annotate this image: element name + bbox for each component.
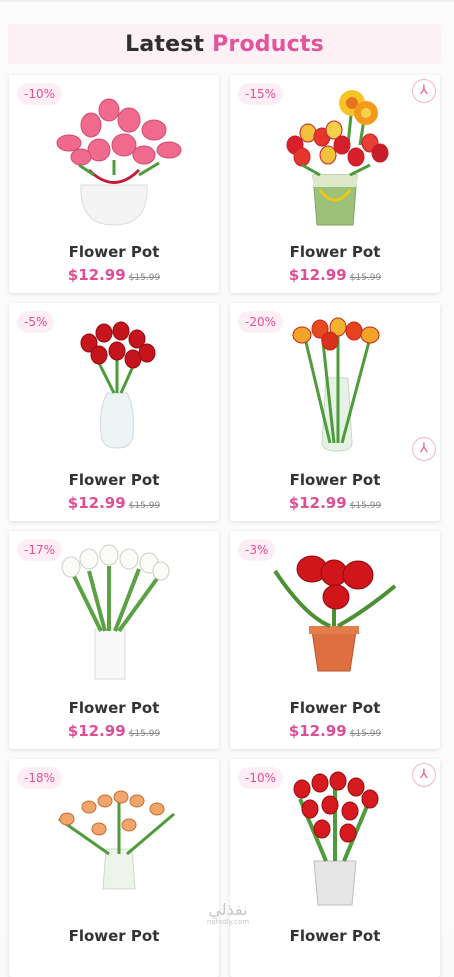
price: $12.99 [67, 266, 126, 284]
price-row: $12.99 $15.99 [9, 721, 219, 740]
old-price: $15.99 [349, 273, 382, 283]
price-row: $12.99 $15.99 [9, 493, 219, 512]
product-name[interactable]: Flower Pot [9, 471, 219, 489]
discount-badge: -18% [17, 767, 63, 789]
price: $12.99 [288, 494, 347, 512]
product-card[interactable]: -15% ⅄ Flower Pot $12.99 $15.99 [230, 75, 440, 293]
old-price: $15.99 [128, 501, 161, 511]
discount-badge: -20% [238, 311, 284, 333]
old-price: $15.99 [349, 501, 382, 511]
discount-badge: -10% [17, 83, 63, 105]
product-name[interactable]: Flower Pot [9, 927, 219, 945]
price-row: $12.99 $15.99 [230, 493, 440, 512]
old-price: $15.99 [128, 273, 161, 283]
heading-plain: Latest [125, 32, 205, 57]
heading-accent: Products [212, 32, 324, 57]
pdf-icon[interactable]: ⅄ [412, 79, 436, 103]
product-card[interactable]: -18% Flower Pot [9, 759, 219, 977]
price: $12.99 [67, 722, 126, 740]
discount-badge: -17% [17, 539, 63, 561]
old-price: $15.99 [128, 729, 161, 739]
price: $12.99 [67, 494, 126, 512]
price: $12.99 [288, 722, 347, 740]
product-name[interactable]: Flower Pot [9, 243, 219, 261]
discount-badge: -3% [238, 539, 276, 561]
product-card[interactable]: -17% Flower Pot $12.99 $15.99 [9, 531, 219, 749]
top-divider [0, 0, 454, 2]
price-row: $12.99 $15.99 [230, 721, 440, 740]
product-name[interactable]: Flower Pot [230, 471, 440, 489]
product-card[interactable]: -10% ⅄ Flower Pot [230, 759, 440, 977]
pdf-icon[interactable]: ⅄ [412, 437, 436, 461]
product-card[interactable]: -10% Flower Pot $12.99 $15.99 [9, 75, 219, 293]
product-name[interactable]: Flower Pot [230, 927, 440, 945]
watermark-latin: nafedly.com [206, 918, 250, 926]
product-card[interactable]: -20% ⅄ Flower Pot $12.99 $15.99 [230, 303, 440, 521]
discount-badge: -15% [238, 83, 284, 105]
price: $12.99 [288, 266, 347, 284]
watermark-arabic: نفذلي [208, 900, 248, 919]
price-row: $12.99 $15.99 [9, 265, 219, 284]
pdf-icon[interactable]: ⅄ [412, 763, 436, 787]
old-price: $15.99 [349, 729, 382, 739]
product-card[interactable]: -5% Flower Pot $12.99 $15.99 [9, 303, 219, 521]
product-name[interactable]: Flower Pot [230, 699, 440, 717]
page: Latest Products -10% Flower Pot $12.99 $1… [0, 0, 454, 977]
product-name[interactable]: Flower Pot [9, 699, 219, 717]
product-name[interactable]: Flower Pot [230, 243, 440, 261]
product-card[interactable]: -3% Flower Pot $12.99 $15.99 [230, 531, 440, 749]
section-heading: Latest Products [8, 24, 441, 64]
discount-badge: -5% [17, 311, 55, 333]
price-row: $12.99 $15.99 [230, 265, 440, 284]
discount-badge: -10% [238, 767, 284, 789]
watermark: نفذلي nafedly.com [198, 900, 258, 927]
